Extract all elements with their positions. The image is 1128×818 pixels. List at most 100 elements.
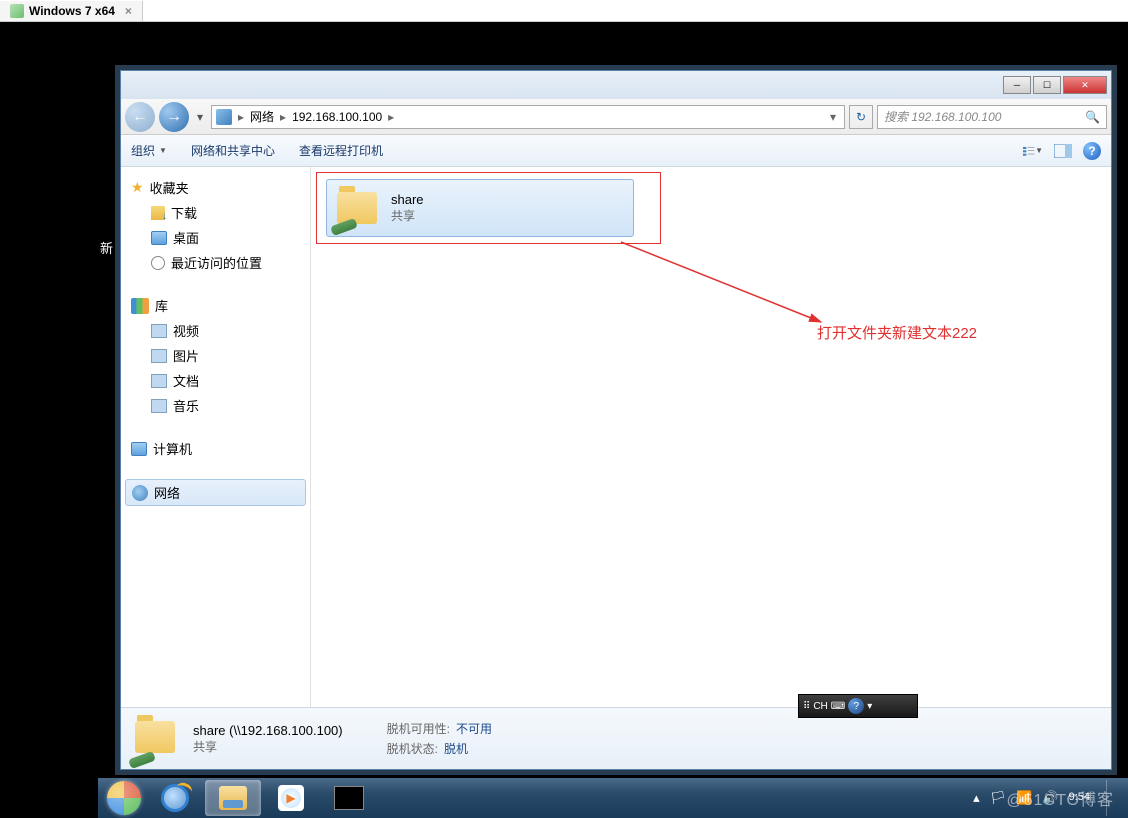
details-properties: 脱机可用性: 不可用 脱机状态: 脱机 bbox=[387, 720, 492, 757]
pictures-icon bbox=[151, 349, 167, 363]
taskbar: ▴ 🏳 📶 🔊 9:54 bbox=[98, 778, 1128, 818]
content-pane[interactable]: share 共享 打开文件夹新建文本222 bbox=[311, 167, 1111, 707]
action-center-icon[interactable]: 🏳 bbox=[990, 790, 1007, 806]
breadcrumb-ip[interactable]: 192.168.100.100 bbox=[292, 110, 382, 124]
computer-icon bbox=[131, 442, 147, 456]
sidebar-item-recent[interactable]: 最近访问的位置 bbox=[121, 250, 310, 275]
ie-icon bbox=[161, 784, 189, 812]
details-text: share (\\192.168.100.100) 共享 bbox=[193, 723, 343, 755]
start-button[interactable] bbox=[102, 780, 146, 816]
keyboard-icon[interactable]: ⌨ bbox=[831, 701, 845, 712]
network-sharing-center[interactable]: 网络和共享中心 bbox=[191, 142, 275, 159]
nav-forward-button[interactable]: → bbox=[159, 102, 189, 132]
star-icon: ★ bbox=[131, 179, 144, 196]
nav-back-button[interactable]: ← bbox=[125, 102, 155, 132]
explorer-navbar: ← → ▾ ▸ 网络 ▸ 192.168.100.100 ▸ ▾ ↻ 搜索 19… bbox=[121, 99, 1111, 135]
sidebar-item-desktop[interactable]: 桌面 bbox=[121, 225, 310, 250]
wmp-icon bbox=[278, 785, 304, 811]
breadcrumb-network[interactable]: 网络 bbox=[250, 108, 274, 125]
cmd-icon bbox=[334, 786, 364, 810]
chevron-down-icon: ▼ bbox=[1035, 146, 1043, 155]
ime-lang-label[interactable]: CH bbox=[813, 701, 827, 712]
annotation-text: 打开文件夹新建文本222 bbox=[817, 322, 977, 343]
offline-avail-value: 不可用 bbox=[456, 720, 492, 737]
explorer-toolbar: 组织 ▼ 网络和共享中心 查看远程打印机 ▼ ? bbox=[121, 135, 1111, 167]
taskbar-item-explorer[interactable] bbox=[205, 780, 261, 816]
network-icon bbox=[132, 485, 148, 501]
search-input[interactable]: 搜索 192.168.100.100 🔍 bbox=[877, 105, 1107, 129]
sidebar-network[interactable]: 网络 bbox=[125, 479, 306, 506]
minimize-button[interactable]: ─ bbox=[1003, 76, 1031, 94]
sidebar-item-videos[interactable]: 视频 bbox=[121, 318, 310, 343]
address-dropdown-icon[interactable]: ▾ bbox=[826, 110, 840, 124]
address-bar[interactable]: ▸ 网络 ▸ 192.168.100.100 ▸ ▾ bbox=[211, 105, 845, 129]
sidebar-item-documents[interactable]: 文档 bbox=[121, 368, 310, 393]
refresh-button[interactable]: ↻ bbox=[849, 105, 873, 129]
maximize-button[interactable]: ☐ bbox=[1033, 76, 1061, 94]
help-button[interactable]: ? bbox=[1083, 142, 1101, 160]
window-controls: ─ ☐ ✕ bbox=[1003, 76, 1107, 94]
windows-logo-icon bbox=[107, 781, 141, 815]
offline-status-value: 脱机 bbox=[444, 740, 468, 757]
close-button[interactable]: ✕ bbox=[1063, 76, 1107, 94]
documents-icon bbox=[151, 374, 167, 388]
explorer-body: ★收藏夹 下载 桌面 最近访问的位置 库 视频 图片 文档 音乐 计算机 网络 bbox=[121, 167, 1111, 707]
sidebar-computer[interactable]: 计算机 bbox=[121, 436, 310, 461]
taskbar-item-ie[interactable] bbox=[147, 780, 203, 816]
watermark-text: @51CTO博客 bbox=[1006, 786, 1114, 810]
sidebar-favorites[interactable]: ★收藏夹 bbox=[121, 175, 310, 200]
ime-options-icon[interactable]: ▾ bbox=[867, 701, 872, 712]
desktop-icon bbox=[151, 231, 167, 245]
breadcrumb-sep: ▸ bbox=[280, 110, 286, 124]
chevron-down-icon: ▼ bbox=[159, 146, 167, 155]
offline-avail-label: 脱机可用性: bbox=[387, 720, 450, 737]
details-subtitle: 共享 bbox=[193, 738, 343, 755]
search-placeholder: 搜索 192.168.100.100 bbox=[884, 108, 1001, 125]
annotation-arrow bbox=[551, 232, 851, 352]
breadcrumb-sep: ▸ bbox=[238, 110, 244, 124]
music-icon bbox=[151, 399, 167, 413]
view-remote-printers[interactable]: 查看远程打印机 bbox=[299, 142, 383, 159]
view-printers-label: 查看远程打印机 bbox=[299, 142, 383, 159]
navigation-pane: ★收藏夹 下载 桌面 最近访问的位置 库 视频 图片 文档 音乐 计算机 网络 bbox=[121, 167, 311, 707]
preview-pane-button[interactable] bbox=[1053, 141, 1073, 161]
details-title: share (\\192.168.100.100) bbox=[193, 723, 343, 738]
sidebar-libraries[interactable]: 库 bbox=[121, 293, 310, 318]
explorer-icon bbox=[219, 786, 247, 810]
sidebar-item-music[interactable]: 音乐 bbox=[121, 393, 310, 418]
desktop-partial-text: 新 bbox=[100, 238, 113, 257]
vm-tab-bar: Windows 7 x64 × bbox=[0, 0, 1128, 22]
libraries-icon bbox=[131, 298, 149, 314]
vm-icon bbox=[10, 4, 24, 18]
explorer-window: ─ ☐ ✕ ← → ▾ ▸ 网络 ▸ 192.168.100.100 ▸ ▾ ↻… bbox=[120, 70, 1112, 770]
window-titlebar[interactable]: ─ ☐ ✕ bbox=[121, 71, 1111, 99]
search-icon[interactable]: 🔍 bbox=[1085, 110, 1100, 124]
sidebar-item-pictures[interactable]: 图片 bbox=[121, 343, 310, 368]
ime-help-icon[interactable]: ? bbox=[848, 698, 864, 714]
organize-label: 组织 bbox=[131, 142, 155, 159]
downloads-icon bbox=[151, 206, 165, 220]
vm-tab-title: Windows 7 x64 bbox=[29, 4, 115, 18]
taskbar-item-media-player[interactable] bbox=[263, 780, 319, 816]
organize-menu[interactable]: 组织 ▼ bbox=[131, 142, 167, 159]
offline-status-label: 脱机状态: bbox=[387, 740, 438, 757]
videos-icon bbox=[151, 324, 167, 338]
ime-drag-handle[interactable]: ⠿ bbox=[803, 701, 810, 712]
taskbar-item-cmd[interactable] bbox=[321, 780, 377, 816]
vm-desktop: 新 ─ ☐ ✕ ← → ▾ ▸ 网络 ▸ 192.168.100.100 ▸ ▾… bbox=[0, 22, 1128, 818]
ime-language-bar[interactable]: ⠿ CH ⌨ ? ▾ bbox=[798, 694, 918, 718]
details-pane: share (\\192.168.100.100) 共享 脱机可用性: 不可用 … bbox=[121, 707, 1111, 769]
share-item-text: share 共享 bbox=[391, 192, 424, 224]
details-folder-icon bbox=[135, 717, 179, 761]
network-location-icon bbox=[216, 109, 232, 125]
nav-history-dropdown[interactable]: ▾ bbox=[193, 107, 207, 127]
tray-chevron-icon[interactable]: ▴ bbox=[973, 790, 980, 806]
close-icon[interactable]: × bbox=[125, 4, 132, 18]
sidebar-item-downloads[interactable]: 下载 bbox=[121, 200, 310, 225]
share-subtitle: 共享 bbox=[391, 207, 424, 224]
network-center-label: 网络和共享中心 bbox=[191, 142, 275, 159]
view-options-button[interactable]: ▼ bbox=[1023, 141, 1043, 161]
vm-tab[interactable]: Windows 7 x64 × bbox=[0, 1, 143, 21]
toolbar-right: ▼ ? bbox=[1023, 141, 1101, 161]
share-folder-item[interactable]: share 共享 bbox=[326, 179, 634, 237]
